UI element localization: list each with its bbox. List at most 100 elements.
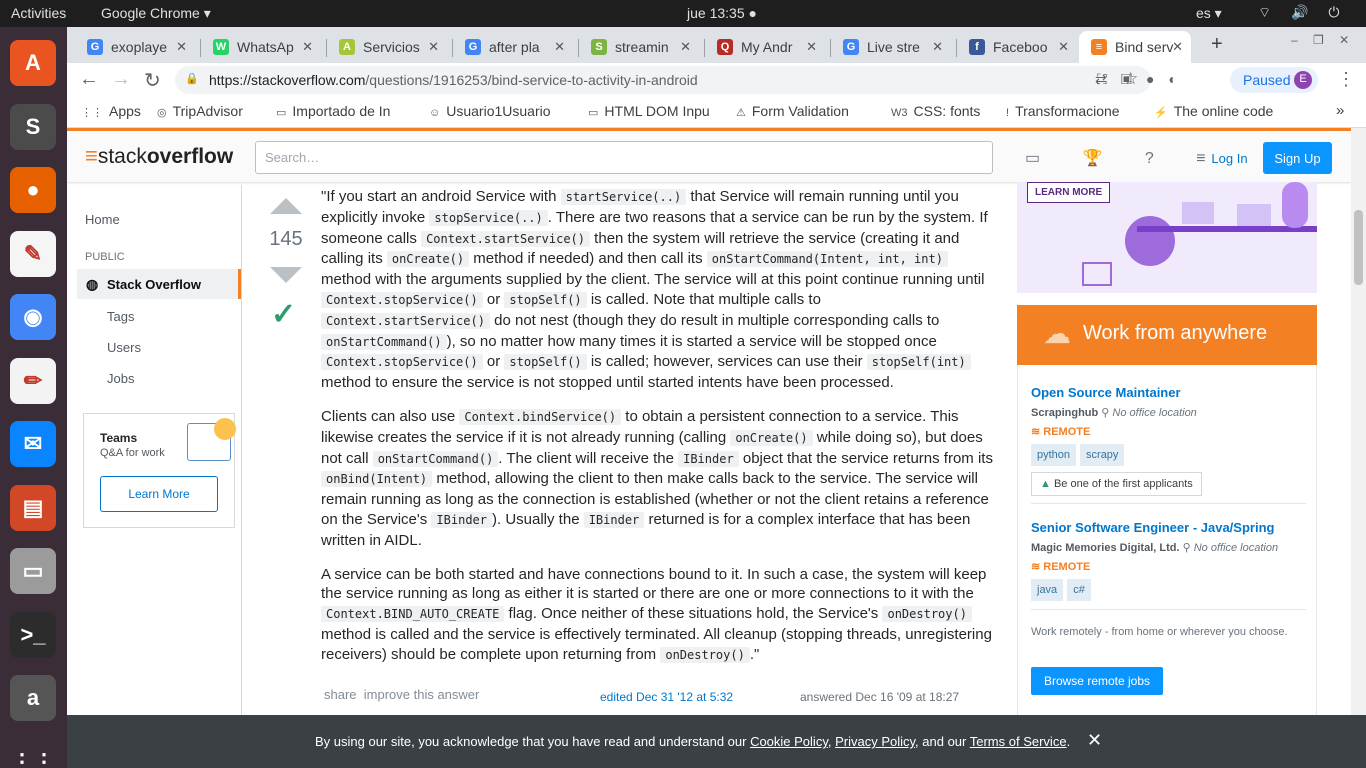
header-icons[interactable]: ▭ 🏆 ? ≡ (1025, 148, 1225, 168)
job-divider (1031, 503, 1306, 504)
job-tag[interactable]: java (1031, 579, 1064, 601)
dock-firefox-icon[interactable]: ● (10, 167, 56, 213)
dock-chrome-icon[interactable]: ◉ (10, 294, 56, 340)
ad-banner[interactable]: LEARN MORE (1017, 182, 1317, 293)
nav-tags[interactable]: Tags (107, 309, 134, 324)
teams-learn-more-button[interactable]: Learn More (100, 476, 218, 512)
tab-close-icon[interactable]: ✕ (932, 39, 943, 55)
nav-home[interactable]: Home (85, 212, 120, 227)
job-tag[interactable]: scrapy (1080, 444, 1125, 466)
dock-files-icon[interactable]: ▭ (10, 548, 56, 594)
ad-learn-more[interactable]: LEARN MORE (1027, 182, 1111, 203)
cookie-policy-link[interactable]: Cookie Policy (750, 734, 828, 749)
browser-tab[interactable]: W WhatsAp ✕ (201, 31, 321, 63)
improve-link[interactable]: improve this answer (364, 687, 480, 702)
bookmark-item[interactable]: ☺ Usuario1Usuario (429, 103, 579, 119)
bookmark-item[interactable]: ◎ TripAdvisor (157, 103, 267, 119)
extension-icons[interactable]: ⛶▣●◐ (1097, 71, 1191, 88)
work-from-anywhere-banner[interactable]: ☁ Work from anywhere (1017, 305, 1317, 365)
downvote-icon[interactable] (270, 267, 302, 283)
dock-sublime-text-icon[interactable]: S (10, 103, 56, 150)
forward-icon[interactable]: → (111, 68, 131, 91)
inline-code: Context.bindService() (459, 408, 622, 425)
browse-remote-jobs-button[interactable]: Browse remote jobs (1031, 667, 1163, 695)
browser-tab[interactable]: f Faceboo ✕ (957, 31, 1077, 63)
new-tab-button[interactable]: + (1211, 33, 1223, 56)
tab-close-icon[interactable]: ✕ (176, 39, 187, 55)
edited-info[interactable]: edited Dec 31 '12 at 5:32 (600, 690, 733, 704)
privacy-policy-link[interactable]: Privacy Policy (835, 734, 915, 749)
lock-icon[interactable]: 🔒 (185, 72, 199, 85)
answered-info: answered Dec 16 '09 at 18:27 (800, 690, 960, 704)
activities-button[interactable]: Activities (11, 5, 66, 21)
browser-tab[interactable]: Q My Andr ✕ (705, 31, 825, 63)
tab-close-icon[interactable]: ✕ (680, 39, 691, 55)
browser-tab[interactable]: Gafter pla ✕ (453, 31, 573, 63)
inline-code: Context.stopService() (321, 291, 483, 308)
chrome-menu-icon[interactable]: ⋮ (1337, 69, 1355, 90)
bookmark-item[interactable]: W3 CSS: fonts (891, 103, 1001, 119)
scrollbar-thumb[interactable] (1354, 210, 1363, 285)
bookmark-label: Form Validation (751, 103, 849, 119)
tab-close-icon[interactable]: ✕ (302, 39, 313, 55)
signup-button[interactable]: Sign Up (1263, 142, 1332, 174)
bookmarks-more[interactable]: » (1336, 102, 1344, 119)
bookmark-item[interactable]: ⋮⋮ Apps (81, 103, 141, 119)
dock-thunderbird-icon[interactable]: ✉ (10, 421, 56, 467)
tab-label: streamin (615, 39, 669, 55)
job-card[interactable]: Open Source Maintainer Scrapinghub ⚲ No … (1031, 385, 1306, 496)
tab-close-icon[interactable]: ✕ (428, 39, 439, 55)
so-logo[interactable]: ≡stackoverflow (85, 143, 233, 169)
job-title[interactable]: Open Source Maintainer (1031, 385, 1306, 400)
language-indicator[interactable]: es ▾ (1196, 5, 1222, 22)
remote-badge: ≋ REMOTE (1031, 426, 1091, 438)
job-company: Scrapinghub ⚲ No office location (1031, 407, 1197, 419)
browser-tab[interactable]: Sstreamin ✕ (579, 31, 699, 63)
bookmark-item[interactable]: ⚠ Form Validation (736, 103, 881, 119)
bookmark-item[interactable]: ! Transformacione (1006, 103, 1146, 119)
terms-link[interactable]: Terms of Service (970, 734, 1067, 749)
page-scrollbar[interactable] (1351, 128, 1366, 715)
nav-users[interactable]: Users (107, 340, 141, 355)
window-controls[interactable]: ‒ ❐ ✕ (1291, 33, 1355, 47)
upvote-icon[interactable] (270, 198, 302, 214)
app-menu[interactable]: Google Chrome ▾ (101, 5, 211, 22)
tab-close-icon[interactable]: ✕ (806, 39, 817, 55)
dock-amazon-icon[interactable]: a (10, 675, 56, 721)
dock-evince-icon[interactable]: ✎ (10, 230, 56, 277)
dock-ubuntu-software-icon[interactable]: A (10, 40, 56, 86)
browser-tab[interactable]: Gexoplaye ✕ (75, 31, 195, 63)
cookie-close-icon[interactable]: ✕ (1087, 730, 1102, 751)
browser-tab[interactable]: G Live stre ✕ (831, 31, 951, 63)
job-card[interactable]: Senior Software Engineer - Java/Spring M… (1031, 520, 1306, 601)
tab-close-icon[interactable]: ✕ (1058, 39, 1069, 55)
tab-close-icon[interactable]: ✕ (1172, 39, 1183, 55)
bookmark-item[interactable]: ▭ HTML DOM Inpu (588, 103, 728, 119)
tab-favicon-icon: W (213, 39, 229, 55)
dock-show-apps-icon[interactable]: ⋮⋮ (10, 738, 56, 768)
dock-terminal-icon[interactable]: >_ (10, 611, 56, 658)
reload-icon[interactable]: ↻ (144, 68, 161, 93)
browser-tab[interactable]: ≡ Bind serv ✕ (1079, 31, 1191, 63)
login-button[interactable]: Log In (1203, 142, 1256, 174)
bookmark-icon: ◎ (157, 107, 167, 119)
share-link[interactable]: share (324, 687, 357, 702)
job-title[interactable]: Senior Software Engineer - Java/Spring (1031, 520, 1306, 535)
answer-body: "If you start an android Service with st… (321, 187, 993, 680)
bookmark-item[interactable]: ▭ Importado de In (276, 103, 416, 119)
job-tag[interactable]: c# (1067, 579, 1091, 601)
search-input[interactable]: Search… (255, 141, 993, 174)
address-bar[interactable]: 🔒 https://stackoverflow.com/questions/19… (175, 66, 1151, 94)
nav-stackoverflow[interactable]: ◍ Stack Overflow (77, 269, 241, 299)
back-icon[interactable]: ← (79, 68, 99, 91)
nav-jobs[interactable]: Jobs (107, 371, 134, 386)
inline-code: onCreate() (730, 429, 813, 446)
job-tag[interactable]: python (1031, 444, 1077, 466)
dock-impress-icon[interactable]: ▤ (10, 484, 56, 531)
dock-text-editor-icon[interactable]: ✏ (10, 357, 56, 404)
tab-close-icon[interactable]: ✕ (554, 39, 565, 55)
clock[interactable]: jue 13:35 ● (687, 5, 757, 21)
browser-tab[interactable]: A Servicios ✕ (327, 31, 447, 63)
profile-paused-button[interactable]: Paused E (1230, 67, 1318, 93)
bookmark-item[interactable]: ⚡ The online code (1154, 103, 1314, 119)
